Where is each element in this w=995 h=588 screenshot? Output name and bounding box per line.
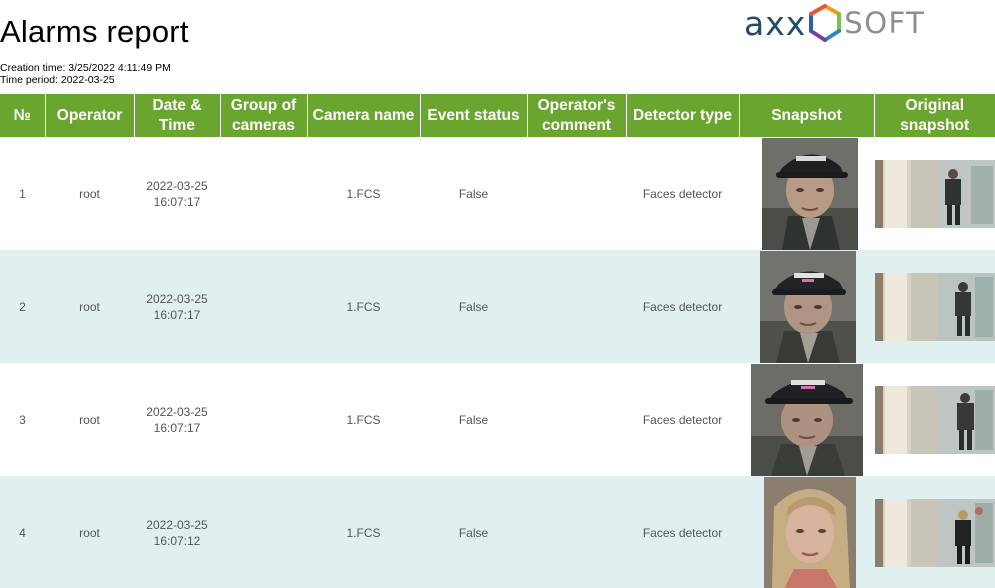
- cell-comment: [527, 476, 626, 588]
- cell-comment: [527, 250, 626, 363]
- cell-original-snapshot: [874, 363, 995, 476]
- col-header-group: Group of cameras: [220, 94, 308, 137]
- face-snapshot-image[interactable]: [761, 137, 858, 250]
- cell-group: [220, 137, 307, 250]
- cell-date-time: 2022-03-25 16:07:17: [134, 137, 220, 250]
- cell-date: 2022-03-25: [146, 291, 208, 306]
- cell-group: [220, 476, 307, 588]
- original-snapshot-image[interactable]: [874, 385, 995, 454]
- cell-operator: root: [45, 476, 134, 588]
- cell-detector: Faces detector: [626, 476, 739, 588]
- face-snapshot-image[interactable]: [763, 476, 856, 588]
- table-row: 4 root 2022-03-25 16:07:12 1.FCS False Fa…: [0, 476, 995, 588]
- report-title: Alarms report: [0, 14, 189, 49]
- cell-number: 1: [0, 137, 45, 250]
- cell-date-time: 2022-03-25 16:07:12: [134, 476, 220, 588]
- cell-camera: 1.FCS: [307, 476, 420, 588]
- cell-time: 16:07:17: [153, 307, 201, 322]
- col-header-date-time: Date & Time: [134, 94, 221, 137]
- cell-original-snapshot: [874, 250, 995, 363]
- time-period: Time period: 2022-03-25: [0, 74, 115, 86]
- col-header-snapshot: Snapshot: [739, 94, 875, 137]
- cell-number: 3: [0, 363, 45, 476]
- cell-group: [220, 363, 307, 476]
- logo-text-left: axx: [744, 3, 807, 43]
- original-snapshot-image[interactable]: [874, 272, 995, 341]
- table-row: 1 root 2022-03-25 16:07:17 1.FCS False Fa…: [0, 137, 995, 250]
- cell-detector: Faces detector: [626, 137, 739, 250]
- logo-text-right: SOFT: [844, 6, 926, 40]
- cell-operator: root: [45, 363, 134, 476]
- cell-operator: root: [45, 250, 134, 363]
- table-row: 3 root 2022-03-25 16:07:17 1.FCS False Fa…: [0, 363, 995, 476]
- cell-date: 2022-03-25: [146, 178, 208, 193]
- cell-status: False: [420, 363, 527, 476]
- cell-date-time: 2022-03-25 16:07:17: [134, 250, 220, 363]
- cell-number: 2: [0, 250, 45, 363]
- face-snapshot-image[interactable]: [759, 250, 856, 363]
- cell-original-snapshot: [874, 476, 995, 588]
- creation-time: Creation time: 3/25/2022 4:11:49 PM: [0, 62, 171, 74]
- cell-operator: root: [45, 137, 134, 250]
- cell-status: False: [420, 137, 527, 250]
- col-header-comment: Operator's comment: [527, 94, 627, 137]
- cell-snapshot: [739, 137, 874, 250]
- cell-camera: 1.FCS: [307, 250, 420, 363]
- table-header-row: № Operator Date & Time Group of cameras …: [0, 94, 995, 137]
- original-snapshot-image[interactable]: [874, 498, 995, 567]
- cell-comment: [527, 363, 626, 476]
- col-header-original-snapshot: Original snapshot: [874, 94, 995, 137]
- cell-original-snapshot: [874, 137, 995, 250]
- cell-detector: Faces detector: [626, 250, 739, 363]
- face-snapshot-image[interactable]: [750, 363, 863, 476]
- cell-snapshot: [739, 250, 874, 363]
- cell-snapshot: [739, 476, 874, 588]
- alarms-table: № Operator Date & Time Group of cameras …: [0, 94, 995, 588]
- cell-status: False: [420, 250, 527, 363]
- cell-date: 2022-03-25: [146, 517, 208, 532]
- cell-time: 16:07:12: [153, 533, 201, 548]
- cell-date: 2022-03-25: [146, 404, 208, 419]
- cell-date-time: 2022-03-25 16:07:17: [134, 363, 220, 476]
- col-header-camera-name: Camera name: [307, 94, 421, 137]
- table-row: 2 root 2022-03-25 16:07:17 1.FCS False Fa…: [0, 250, 995, 363]
- cell-comment: [527, 137, 626, 250]
- cell-time: 16:07:17: [153, 420, 201, 435]
- col-header-detector-type: Detector type: [626, 94, 740, 137]
- alarms-report-page: Alarms report Creation time: 3/25/2022 4…: [0, 0, 995, 588]
- cell-snapshot: [739, 363, 874, 476]
- col-header-number: №: [0, 94, 46, 137]
- col-header-event-status: Event status: [420, 94, 528, 137]
- cell-number: 4: [0, 476, 45, 588]
- cell-detector: Faces detector: [626, 363, 739, 476]
- cell-group: [220, 250, 307, 363]
- cell-status: False: [420, 476, 527, 588]
- col-header-operator: Operator: [45, 94, 135, 137]
- logo-hexagon-icon: [809, 4, 842, 42]
- cell-camera: 1.FCS: [307, 137, 420, 250]
- cell-camera: 1.FCS: [307, 363, 420, 476]
- axxonsoft-logo: axx SOFT: [744, 2, 988, 44]
- cell-time: 16:07:17: [153, 194, 201, 209]
- original-snapshot-image[interactable]: [874, 159, 995, 228]
- report-meta: Creation time: 3/25/2022 4:11:49 PM Time…: [0, 62, 171, 86]
